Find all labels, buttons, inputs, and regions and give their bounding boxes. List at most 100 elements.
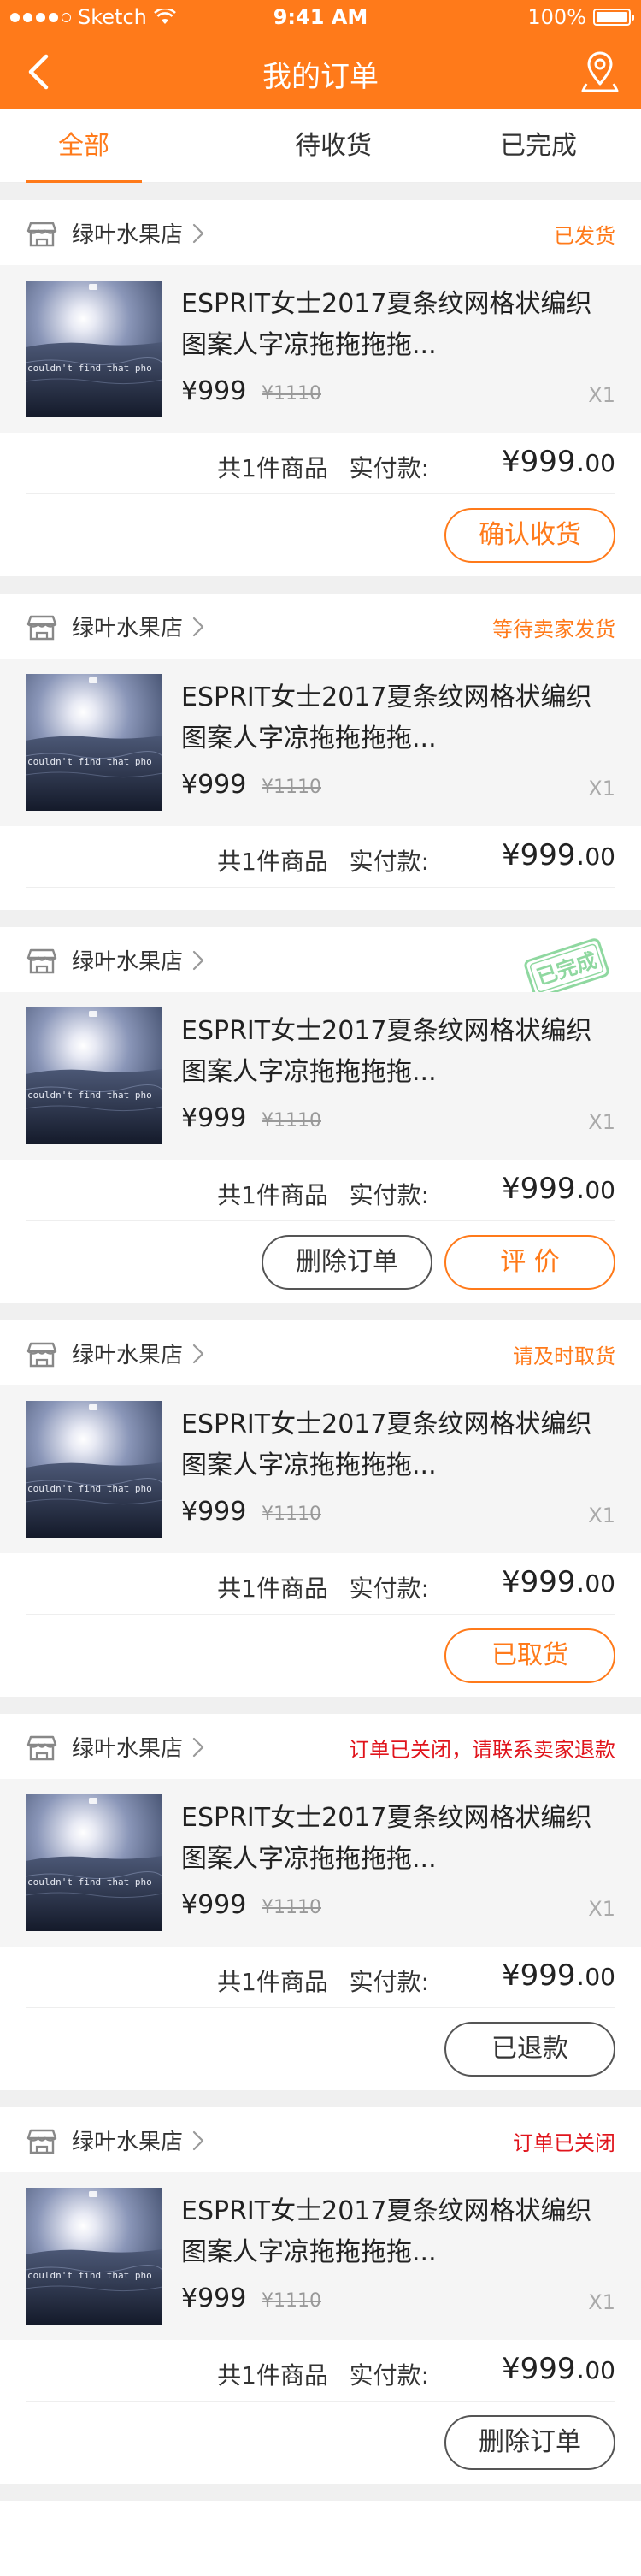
- chevron-right-icon[interactable]: [191, 1343, 205, 1365]
- order-status: 请及时取货: [513, 1344, 615, 1368]
- svg-text:couldn't find that pho: couldn't find that pho: [27, 2270, 152, 2281]
- product-row[interactable]: couldn't find that pho ESPRIT女士2017夏条纹网格状…: [0, 659, 641, 826]
- order-actions: 删除订单: [0, 2402, 641, 2484]
- order-summary: 共1件商品 实付款: ¥999.00: [26, 433, 615, 494]
- order-action-button[interactable]: 已取货: [444, 1628, 615, 1683]
- paid-label: 实付款:: [349, 1181, 429, 1209]
- shop-name[interactable]: 绿叶水果店: [72, 2124, 183, 2156]
- section-divider: [0, 1303, 641, 1320]
- product-image: couldn't find that pho: [26, 281, 162, 417]
- order-status: 等待卖家发货: [492, 617, 615, 641]
- paid-amount-decimal: 00: [585, 1569, 615, 1598]
- paid-label: 实付款:: [349, 1968, 429, 1996]
- order-action-button[interactable]: 删除订单: [444, 2415, 615, 2470]
- order-summary: 共1件商品 实付款: ¥999.00: [26, 1553, 615, 1615]
- order-action-button[interactable]: 评 价: [444, 1235, 615, 1290]
- section-divider: [0, 183, 641, 200]
- order-action-button[interactable]: 已退款: [444, 2022, 615, 2077]
- paid-label: 实付款:: [349, 848, 429, 876]
- order-action-button[interactable]: 删除订单: [262, 1235, 432, 1290]
- chevron-right-icon[interactable]: [191, 1736, 205, 1758]
- paid-amount-integer: ¥999.: [502, 445, 585, 479]
- product-price: ¥999: [181, 2284, 247, 2313]
- product-image: couldn't find that pho: [26, 1794, 162, 1931]
- paid-label: 实付款:: [349, 2361, 429, 2390]
- product-image: couldn't find that pho: [26, 1401, 162, 1538]
- product-image: couldn't find that pho: [26, 2188, 162, 2325]
- order-action-button[interactable]: 确认收货: [444, 508, 615, 563]
- chevron-right-icon[interactable]: [191, 949, 205, 972]
- paid-amount: ¥999.00: [502, 1565, 615, 1599]
- order-actions: [0, 888, 641, 910]
- order-actions: 确认收货: [0, 494, 641, 576]
- paid-amount-integer: ¥999.: [502, 2352, 585, 2386]
- order-header: 绿叶水果店 等待卖家发货: [0, 594, 641, 659]
- product-original-price: ¥1110: [262, 777, 321, 798]
- paid-amount: ¥999.00: [502, 1959, 615, 1993]
- product-row[interactable]: couldn't find that pho ESPRIT女士2017夏条纹网格状…: [0, 1779, 641, 1947]
- product-title: ESPRIT女士2017夏条纹网格状编织图案人字凉拖拖拖拖...: [181, 1016, 592, 1087]
- paid-amount-decimal: 00: [585, 2356, 615, 2384]
- svg-text:couldn't find that pho: couldn't find that pho: [27, 756, 152, 767]
- paid-amount-decimal: 00: [585, 842, 615, 871]
- shop-icon: [26, 615, 57, 641]
- product-price: ¥999: [181, 1497, 247, 1527]
- section-divider: [0, 2090, 641, 2107]
- shop-name[interactable]: 绿叶水果店: [72, 1338, 183, 1369]
- section-divider: [0, 1697, 641, 1714]
- product-row[interactable]: couldn't find that pho ESPRIT女士2017夏条纹网格状…: [0, 2172, 641, 2340]
- order-header: 绿叶水果店 已完成: [0, 927, 641, 998]
- order-summary: 共1件商品 实付款: ¥999.00: [26, 1947, 615, 2008]
- item-count: 共1件商品: [217, 1968, 328, 1996]
- tab-pending-receipt[interactable]: 待收货: [248, 109, 419, 183]
- order-actions: 已退款: [0, 2008, 641, 2090]
- product-quantity: X1: [588, 777, 615, 801]
- tab-all[interactable]: 全部: [0, 109, 168, 183]
- product-quantity: X1: [588, 383, 615, 407]
- item-count: 共1件商品: [217, 2361, 328, 2390]
- battery-icon: [593, 9, 634, 26]
- section-divider: [0, 576, 641, 594]
- order-actions: 删除订单评 价: [0, 1221, 641, 1303]
- product-row[interactable]: couldn't find that pho ESPRIT女士2017夏条纹网格状…: [0, 265, 641, 433]
- product-price: ¥999: [181, 376, 247, 406]
- order-status: 订单已关闭: [513, 2131, 615, 2155]
- order-list: 绿叶水果店 已发货 couldn't find that pho ESPRIT女士20…: [0, 183, 641, 2501]
- product-quantity: X1: [588, 2290, 615, 2314]
- order-card: 绿叶水果店 已完成 couldn't find that pho ESPRIT女士20…: [0, 927, 641, 1303]
- paid-amount: ¥999.00: [502, 1172, 615, 1206]
- order-header: 绿叶水果店 请及时取货: [0, 1320, 641, 1385]
- shop-icon: [26, 1735, 57, 1761]
- chevron-right-icon[interactable]: [191, 222, 205, 245]
- shop-name[interactable]: 绿叶水果店: [72, 944, 183, 976]
- order-tabs: 全部 待收货 已完成: [0, 109, 641, 183]
- chevron-right-icon[interactable]: [191, 616, 205, 638]
- product-row[interactable]: couldn't find that pho ESPRIT女士2017夏条纹网格状…: [0, 1385, 641, 1553]
- shop-name[interactable]: 绿叶水果店: [72, 1731, 183, 1763]
- status-bar: Sketch 9:41 AM 100%: [0, 0, 641, 34]
- tab-completed[interactable]: 已完成: [462, 109, 615, 183]
- status-right: 100%: [527, 5, 634, 29]
- shop-name[interactable]: 绿叶水果店: [72, 217, 183, 249]
- order-card: 绿叶水果店 订单已关闭 couldn't find that pho ESPRIT女士…: [0, 2107, 641, 2484]
- product-title: ESPRIT女士2017夏条纹网格状编织图案人字凉拖拖拖拖...: [181, 2196, 592, 2267]
- shop-icon: [26, 948, 57, 974]
- order-card: 绿叶水果店 等待卖家发货 couldn't find that pho ESPRIT女…: [0, 594, 641, 910]
- order-summary: 共1件商品 实付款: ¥999.00: [26, 826, 615, 888]
- paid-amount-integer: ¥999.: [502, 1565, 585, 1599]
- product-title: ESPRIT女士2017夏条纹网格状编织图案人字凉拖拖拖拖...: [181, 682, 592, 753]
- navigation-bar: 我的订单: [0, 34, 641, 109]
- paid-amount-decimal: 00: [585, 1176, 615, 1204]
- product-original-price: ¥1110: [262, 2290, 321, 2312]
- chevron-right-icon[interactable]: [191, 2130, 205, 2152]
- shop-name[interactable]: 绿叶水果店: [72, 611, 183, 642]
- product-price: ¥999: [181, 770, 247, 800]
- item-count: 共1件商品: [217, 848, 328, 876]
- svg-text:couldn't find that pho: couldn't find that pho: [27, 1876, 152, 1888]
- order-header: 绿叶水果店 已发货: [0, 200, 641, 265]
- item-count: 共1件商品: [217, 1575, 328, 1603]
- product-image: couldn't find that pho: [26, 674, 162, 811]
- location-pin-icon[interactable]: [579, 50, 620, 94]
- product-row[interactable]: couldn't find that pho ESPRIT女士2017夏条纹网格状…: [0, 992, 641, 1160]
- section-divider: [0, 2484, 641, 2501]
